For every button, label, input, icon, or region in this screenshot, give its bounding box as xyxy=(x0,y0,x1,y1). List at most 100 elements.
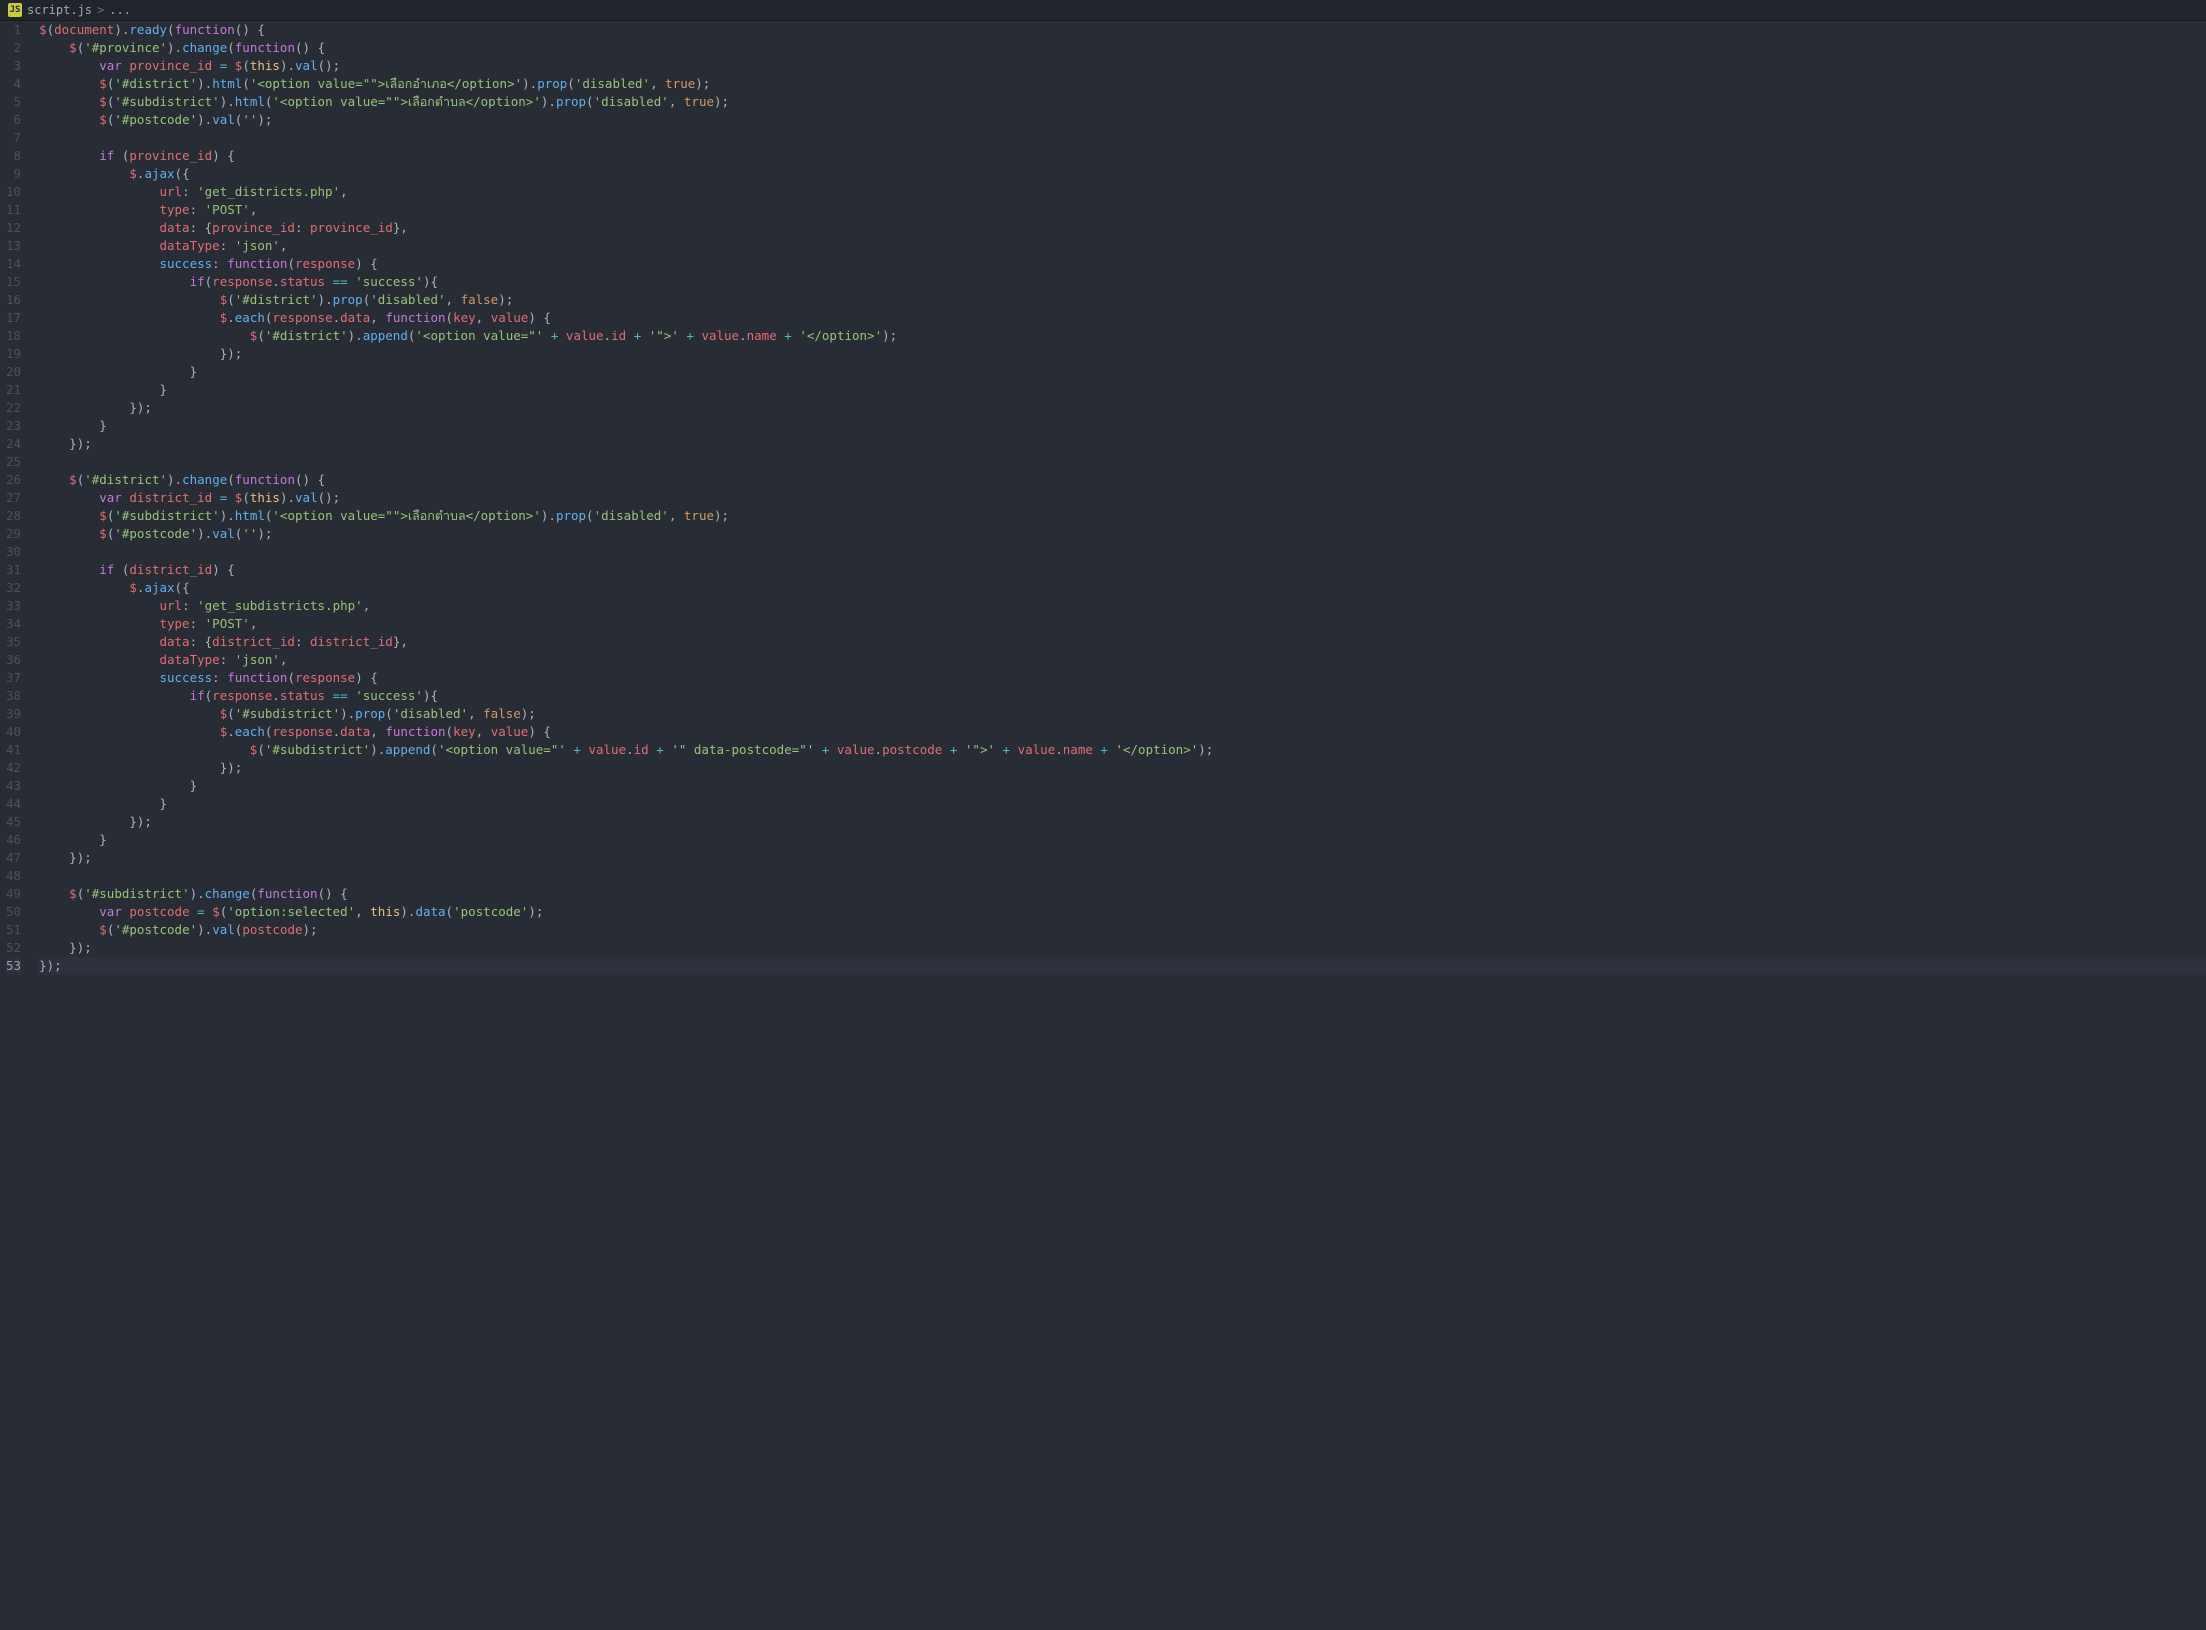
code-line[interactable]: } xyxy=(39,777,2206,795)
code-line[interactable]: url: 'get_districts.php', xyxy=(39,183,2206,201)
code-line[interactable]: $.ajax({ xyxy=(39,579,2206,597)
code-line[interactable]: var district_id = $(this).val(); xyxy=(39,489,2206,507)
line-number[interactable]: 24 xyxy=(6,435,21,453)
line-number[interactable]: 35 xyxy=(6,633,21,651)
code-line[interactable]: $('#district').append('<option value="' … xyxy=(39,327,2206,345)
code-area[interactable]: $(document).ready(function() { $('#provi… xyxy=(37,21,2206,975)
code-line[interactable] xyxy=(39,543,2206,561)
line-number[interactable]: 5 xyxy=(6,93,21,111)
code-line[interactable]: } xyxy=(39,417,2206,435)
code-line[interactable]: $('#subdistrict').change(function() { xyxy=(39,885,2206,903)
code-line[interactable]: $('#province').change(function() { xyxy=(39,39,2206,57)
line-number[interactable]: 9 xyxy=(6,165,21,183)
line-number[interactable]: 34 xyxy=(6,615,21,633)
line-number[interactable]: 23 xyxy=(6,417,21,435)
code-line[interactable]: }); xyxy=(39,399,2206,417)
code-line[interactable]: if (province_id) { xyxy=(39,147,2206,165)
code-line[interactable]: if(response.status == 'success'){ xyxy=(39,273,2206,291)
code-line[interactable] xyxy=(39,453,2206,471)
line-number[interactable]: 42 xyxy=(6,759,21,777)
line-number[interactable]: 6 xyxy=(6,111,21,129)
breadcrumb[interactable]: JS script.js > ... xyxy=(0,0,2206,21)
code-line[interactable] xyxy=(39,129,2206,147)
line-number[interactable]: 51 xyxy=(6,921,21,939)
code-line[interactable]: type: 'POST', xyxy=(39,201,2206,219)
line-number[interactable]: 40 xyxy=(6,723,21,741)
code-line[interactable]: var postcode = $('option:selected', this… xyxy=(39,903,2206,921)
code-line[interactable]: dataType: 'json', xyxy=(39,237,2206,255)
line-number[interactable]: 37 xyxy=(6,669,21,687)
code-line[interactable]: $.each(response.data, function(key, valu… xyxy=(39,309,2206,327)
line-number[interactable]: 43 xyxy=(6,777,21,795)
line-number[interactable]: 7 xyxy=(6,129,21,147)
code-line[interactable]: $('#district').prop('disabled', false); xyxy=(39,291,2206,309)
line-number[interactable]: 16 xyxy=(6,291,21,309)
line-number[interactable]: 13 xyxy=(6,237,21,255)
code-line[interactable]: $('#postcode').val(''); xyxy=(39,111,2206,129)
line-number[interactable]: 31 xyxy=(6,561,21,579)
code-line[interactable]: success: function(response) { xyxy=(39,255,2206,273)
line-number[interactable]: 17 xyxy=(6,309,21,327)
code-line[interactable]: success: function(response) { xyxy=(39,669,2206,687)
code-line[interactable]: $('#subdistrict').html('<option value=""… xyxy=(39,507,2206,525)
code-line[interactable] xyxy=(39,867,2206,885)
line-number[interactable]: 18 xyxy=(6,327,21,345)
line-number[interactable]: 1 xyxy=(6,21,21,39)
line-number[interactable]: 49 xyxy=(6,885,21,903)
code-line[interactable]: $('#postcode').val(''); xyxy=(39,525,2206,543)
line-number[interactable]: 27 xyxy=(6,489,21,507)
line-number[interactable]: 44 xyxy=(6,795,21,813)
line-number[interactable]: 48 xyxy=(6,867,21,885)
line-number[interactable]: 19 xyxy=(6,345,21,363)
code-line[interactable]: type: 'POST', xyxy=(39,615,2206,633)
line-number[interactable]: 4 xyxy=(6,75,21,93)
line-number[interactable]: 30 xyxy=(6,543,21,561)
code-line[interactable]: }); xyxy=(39,939,2206,957)
code-line[interactable]: } xyxy=(39,795,2206,813)
line-number[interactable]: 39 xyxy=(6,705,21,723)
line-number[interactable]: 11 xyxy=(6,201,21,219)
code-line[interactable]: var province_id = $(this).val(); xyxy=(39,57,2206,75)
code-line[interactable]: } xyxy=(39,831,2206,849)
line-number[interactable]: 28 xyxy=(6,507,21,525)
code-line[interactable]: $('#subdistrict').append('<option value=… xyxy=(39,741,2206,759)
line-number[interactable]: 32 xyxy=(6,579,21,597)
code-line[interactable]: if(response.status == 'success'){ xyxy=(39,687,2206,705)
line-number[interactable]: 10 xyxy=(6,183,21,201)
code-line[interactable]: }); xyxy=(39,957,2206,975)
code-line[interactable]: $('#postcode').val(postcode); xyxy=(39,921,2206,939)
code-line[interactable]: }); xyxy=(39,435,2206,453)
code-line[interactable]: $.ajax({ xyxy=(39,165,2206,183)
code-line[interactable]: }); xyxy=(39,759,2206,777)
line-number[interactable]: 38 xyxy=(6,687,21,705)
line-number[interactable]: 47 xyxy=(6,849,21,867)
code-editor[interactable]: 1234567891011121314151617181920212223242… xyxy=(0,21,2206,975)
code-line[interactable]: if (district_id) { xyxy=(39,561,2206,579)
code-line[interactable]: $('#district').change(function() { xyxy=(39,471,2206,489)
line-number[interactable]: 29 xyxy=(6,525,21,543)
line-number[interactable]: 8 xyxy=(6,147,21,165)
line-number[interactable]: 46 xyxy=(6,831,21,849)
code-line[interactable]: $('#subdistrict').html('<option value=""… xyxy=(39,93,2206,111)
code-line[interactable]: data: {province_id: province_id}, xyxy=(39,219,2206,237)
line-number[interactable]: 20 xyxy=(6,363,21,381)
code-line[interactable]: } xyxy=(39,363,2206,381)
line-number[interactable]: 41 xyxy=(6,741,21,759)
code-line[interactable]: $(document).ready(function() { xyxy=(39,21,2206,39)
code-line[interactable]: } xyxy=(39,381,2206,399)
code-line[interactable]: }); xyxy=(39,345,2206,363)
line-number[interactable]: 50 xyxy=(6,903,21,921)
line-number[interactable]: 52 xyxy=(6,939,21,957)
line-number[interactable]: 33 xyxy=(6,597,21,615)
line-number-gutter[interactable]: 1234567891011121314151617181920212223242… xyxy=(0,21,37,975)
line-number[interactable]: 25 xyxy=(6,453,21,471)
line-number[interactable]: 2 xyxy=(6,39,21,57)
code-line[interactable]: dataType: 'json', xyxy=(39,651,2206,669)
code-line[interactable]: $('#district').html('<option value="">เล… xyxy=(39,75,2206,93)
line-number[interactable]: 26 xyxy=(6,471,21,489)
code-line[interactable]: $('#subdistrict').prop('disabled', false… xyxy=(39,705,2206,723)
line-number[interactable]: 12 xyxy=(6,219,21,237)
line-number[interactable]: 45 xyxy=(6,813,21,831)
line-number[interactable]: 36 xyxy=(6,651,21,669)
code-line[interactable]: data: {district_id: district_id}, xyxy=(39,633,2206,651)
